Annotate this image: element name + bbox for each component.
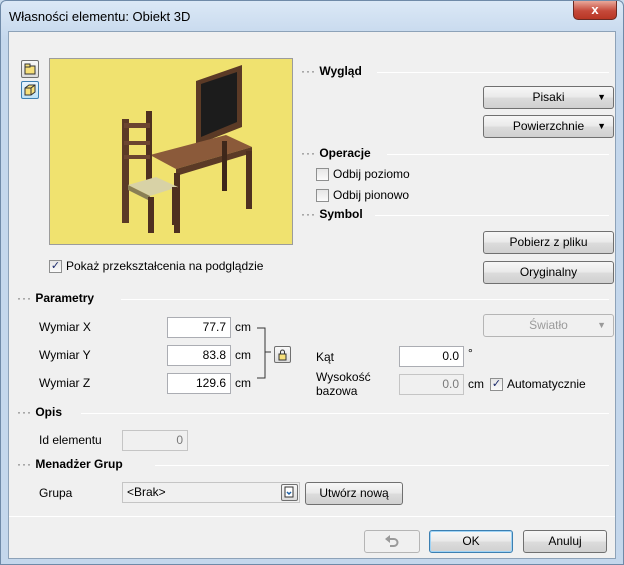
original-button[interactable]: Oryginalny bbox=[483, 261, 614, 284]
section-symbol: ··· Symbol bbox=[301, 207, 363, 221]
create-group-button[interactable]: Utwórz nową bbox=[305, 482, 403, 505]
light-dropdown[interactable]: Światło ▼ bbox=[483, 314, 614, 337]
dim-y-label: Wymiar Y bbox=[39, 348, 91, 362]
divider bbox=[121, 299, 609, 300]
dim-z-input[interactable]: 129.6 bbox=[167, 373, 231, 394]
group-field[interactable]: <Brak> bbox=[122, 482, 300, 503]
ok-button[interactable]: OK bbox=[429, 530, 513, 553]
close-button[interactable]: x bbox=[573, 1, 617, 20]
section-operacje-title: Operacje bbox=[319, 146, 371, 160]
auto-checkbox[interactable]: ✓ bbox=[490, 378, 503, 391]
section-opis: ··· Opis bbox=[17, 405, 63, 419]
load-from-file-button[interactable]: Pobierz z pliku bbox=[483, 231, 614, 254]
auto-label: Automatycznie bbox=[507, 377, 586, 391]
window-title: Własności elementu: Obiekt 3D bbox=[9, 9, 191, 24]
undo-button[interactable] bbox=[364, 530, 420, 553]
view-3d-button[interactable] bbox=[21, 81, 39, 99]
flip-vertical-label: Odbij pionowo bbox=[333, 188, 410, 202]
proportion-bracket bbox=[257, 327, 271, 379]
dialog-body: ✓ Pokaż przekształcenia na podglądzie ··… bbox=[8, 31, 616, 559]
base-height-label-2: bazowa bbox=[316, 384, 358, 398]
flip-vertical-checkbox[interactable] bbox=[316, 189, 329, 202]
pens-dropdown[interactable]: Pisaki ▼ bbox=[483, 86, 614, 109]
element-id-input: 0 bbox=[122, 430, 188, 451]
dim-y-input[interactable]: 83.8 bbox=[167, 345, 231, 366]
surfaces-dropdown[interactable]: Powierzchnie ▼ bbox=[483, 115, 614, 138]
lock-icon bbox=[278, 349, 287, 361]
section-parametry-title: Parametry bbox=[35, 291, 95, 305]
document-pick-icon bbox=[284, 486, 294, 498]
section-wyglad-title: Wygląd bbox=[319, 64, 362, 78]
show-transforms-checkbox[interactable]: ✓ bbox=[49, 260, 62, 273]
view-2d-button[interactable] bbox=[21, 60, 39, 78]
title-bar: Własności elementu: Obiekt 3D x bbox=[1, 1, 623, 31]
section-operacje: ··· Operacje bbox=[301, 146, 371, 160]
cube-icon bbox=[24, 84, 36, 96]
pens-label: Pisaki bbox=[532, 90, 565, 104]
chevron-down-icon: ▼ bbox=[597, 92, 606, 102]
dim-x-label: Wymiar X bbox=[39, 320, 91, 334]
section-groups-title: Menadżer Grup bbox=[35, 457, 123, 471]
lock-proportions-button[interactable] bbox=[274, 346, 291, 363]
base-height-unit: cm bbox=[468, 377, 484, 391]
divider bbox=[81, 413, 609, 414]
flip-horizontal-label: Odbij poziomo bbox=[333, 167, 410, 181]
section-symbol-title: Symbol bbox=[319, 207, 363, 221]
furniture-preview-image bbox=[122, 65, 252, 233]
section-groups: ··· Menadżer Grup bbox=[17, 457, 123, 471]
divider bbox=[377, 72, 609, 73]
group-label: Grupa bbox=[39, 486, 73, 500]
angle-label: Kąt bbox=[316, 350, 335, 364]
light-label: Światło bbox=[529, 318, 568, 332]
dialog-window: Własności elementu: Obiekt 3D x ✓ Pokaż … bbox=[0, 0, 624, 565]
undo-icon bbox=[385, 535, 399, 547]
dim-x-input[interactable]: 77.7 bbox=[167, 317, 231, 338]
section-parametry: ··· Parametry bbox=[17, 291, 95, 305]
divider bbox=[375, 215, 609, 216]
base-height-label-1: Wysokość bbox=[316, 370, 371, 384]
angle-input[interactable]: 0.0 bbox=[399, 346, 464, 367]
footer-divider bbox=[9, 516, 615, 517]
chevron-down-icon: ▼ bbox=[597, 320, 606, 330]
group-select-button[interactable] bbox=[281, 484, 298, 501]
surfaces-label: Powierzchnie bbox=[512, 119, 585, 133]
section-wyglad: ··· Wygląd bbox=[301, 64, 362, 78]
dim-z-label: Wymiar Z bbox=[39, 376, 91, 390]
section-opis-title: Opis bbox=[35, 405, 63, 419]
divider bbox=[387, 154, 609, 155]
chevron-down-icon: ▼ bbox=[597, 121, 606, 131]
cancel-button[interactable]: Anuluj bbox=[523, 530, 607, 553]
object-preview bbox=[49, 58, 293, 245]
view-2d-icon bbox=[24, 63, 36, 75]
divider bbox=[155, 465, 609, 466]
dim-z-unit: cm bbox=[235, 376, 251, 390]
dim-y-unit: cm bbox=[235, 348, 251, 362]
base-height-input[interactable]: 0.0 bbox=[399, 374, 464, 395]
flip-horizontal-checkbox[interactable] bbox=[316, 168, 329, 181]
show-transforms-label: Pokaż przekształcenia na podglądzie bbox=[66, 259, 264, 273]
element-id-label: Id elementu bbox=[39, 433, 102, 447]
angle-unit: ° bbox=[468, 346, 473, 360]
dim-x-unit: cm bbox=[235, 320, 251, 334]
